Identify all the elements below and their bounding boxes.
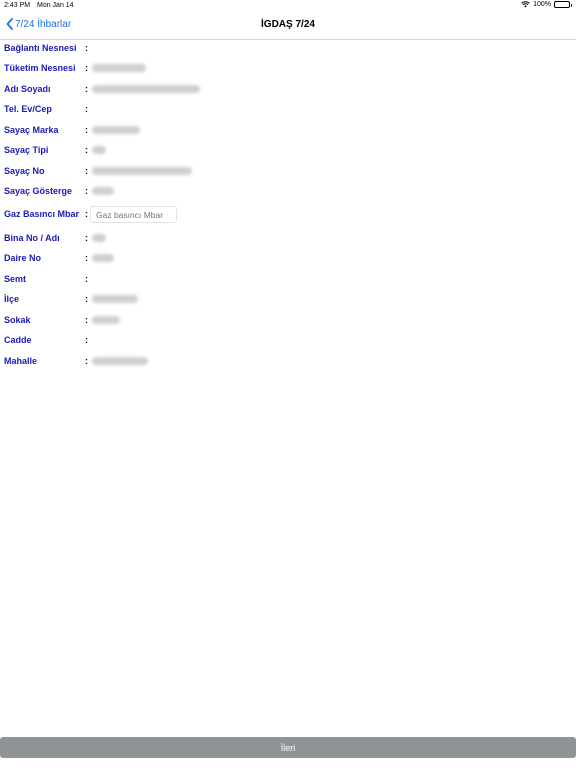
row-baglanti-nesnesi: Bağlantı Nesnesi : — [0, 38, 576, 58]
row-semt: Semt : — [0, 269, 576, 289]
row-sayac-tipi: Sayaç Tipi : — [0, 140, 576, 160]
wifi-icon — [521, 1, 530, 8]
field-colon: : — [85, 335, 88, 345]
field-label: Sayaç Tipi — [4, 145, 49, 155]
field-colon: : — [85, 253, 88, 263]
page-title: İGDAŞ 7/24 — [261, 19, 315, 30]
row-sayac-gosterge: Sayaç Gösterge : — [0, 181, 576, 201]
row-daire-no: Daire No : — [0, 248, 576, 268]
redacted-value — [92, 187, 114, 195]
field-colon: : — [85, 356, 88, 366]
redacted-value — [92, 295, 138, 303]
field-label: Bağlantı Nesnesi — [4, 43, 77, 53]
field-label: Bina No / Adı — [4, 233, 60, 243]
field-label: Gaz Basıncı Mbar — [4, 209, 80, 219]
field-colon: : — [85, 84, 88, 94]
row-gaz-basinci: Gaz Basıncı Mbar : — [0, 204, 576, 224]
field-label: Semt — [4, 274, 27, 284]
redacted-value — [92, 357, 148, 365]
field-label: Cadde — [4, 335, 32, 345]
field-label: İlçe — [4, 294, 20, 304]
next-button[interactable]: İleri — [0, 737, 576, 758]
field-label: Tüketim Nesnesi — [4, 63, 76, 73]
field-label: Daire No — [4, 253, 42, 263]
battery-percent: 100% — [533, 1, 551, 8]
field-label: Adı Soyadı — [4, 84, 51, 94]
row-sayac-marka: Sayaç Marka : — [0, 120, 576, 140]
gas-pressure-input[interactable] — [90, 206, 177, 223]
field-label: Mahalle — [4, 356, 38, 366]
row-sokak: Sokak : — [0, 310, 576, 330]
field-label: Sokak — [4, 315, 31, 325]
redacted-value — [92, 167, 192, 175]
field-colon: : — [85, 166, 88, 176]
field-colon: : — [85, 294, 88, 304]
field-colon: : — [85, 43, 88, 53]
redacted-value — [92, 85, 200, 93]
redacted-value — [92, 234, 106, 242]
row-bina-no: Bina No / Adı : — [0, 228, 576, 248]
row-mahalle: Mahalle : — [0, 351, 576, 371]
field-colon: : — [85, 186, 88, 196]
status-time: 2:43 PM — [4, 2, 31, 9]
field-colon: : — [85, 125, 88, 135]
redacted-value — [92, 64, 146, 72]
field-label: Sayaç No — [4, 166, 45, 176]
field-colon: : — [85, 233, 88, 243]
redacted-value — [92, 146, 106, 154]
row-ilce: İlçe : — [0, 289, 576, 309]
redacted-value — [92, 254, 114, 262]
field-colon: : — [85, 63, 88, 73]
status-bar: 2:43 PM Mon Jan 14 100% — [0, 0, 576, 12]
redacted-value — [92, 316, 120, 324]
field-colon: : — [85, 315, 88, 325]
field-label: Tel. Ev/Cep — [4, 104, 52, 114]
field-colon: : — [85, 104, 88, 114]
navigation-bar: 7/24 İhbarlar İGDAŞ 7/24 — [0, 12, 576, 40]
row-adi-soyadi: Adı Soyadı : — [0, 79, 576, 99]
field-colon: : — [85, 145, 88, 155]
battery-icon — [554, 1, 572, 8]
field-label: Sayaç Marka — [4, 125, 59, 135]
status-right: 100% — [521, 1, 572, 8]
field-colon: : — [85, 209, 88, 219]
redacted-value — [92, 126, 140, 134]
row-cadde: Cadde : — [0, 330, 576, 350]
field-label: Sayaç Gösterge — [4, 186, 73, 196]
row-tel-ev-cep: Tel. Ev/Cep : — [0, 99, 576, 119]
status-date: Mon Jan 14 — [37, 2, 74, 9]
row-sayac-no: Sayaç No : — [0, 161, 576, 181]
field-colon: : — [85, 274, 88, 284]
row-tuketim-nesnesi: Tüketim Nesnesi : — [0, 58, 576, 78]
